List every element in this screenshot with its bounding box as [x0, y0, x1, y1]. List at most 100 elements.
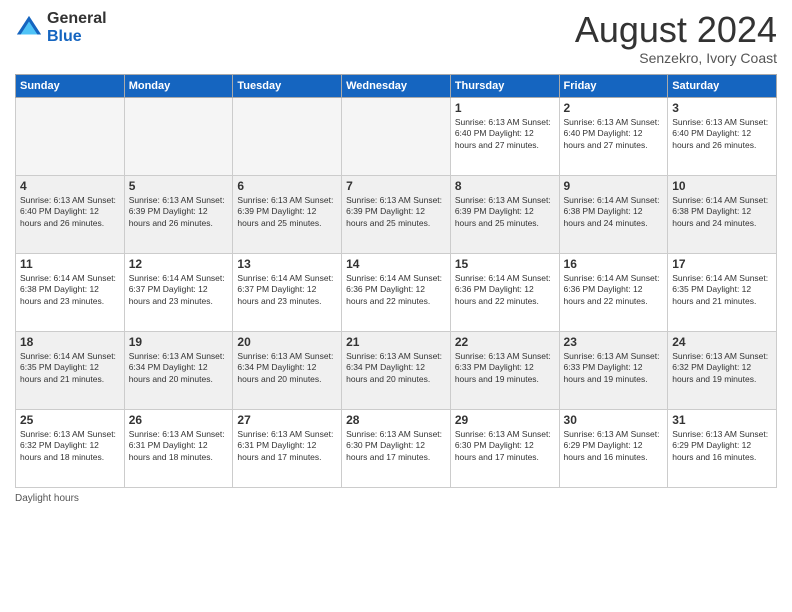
day-cell: 28 Sunrise: 6:13 AM Sunset: 6:30 PM Dayli… [342, 409, 451, 487]
day-cell: 1Sunrise: 6:13 AM Sunset: 6:40 PM Daylig… [450, 97, 559, 175]
day-number: 5 [129, 179, 229, 193]
day-info: Sunrise: 6:13 AM Sunset: 6:32 PM Dayligh… [20, 429, 120, 463]
day-info: Sunrise: 6:13 AM Sunset: 6:34 PM Dayligh… [237, 351, 337, 385]
day-number: 12 [129, 257, 229, 271]
day-cell: 11Sunrise: 6:14 AM Sunset: 6:38 PM Dayli… [16, 253, 125, 331]
col-header-friday: Friday [559, 74, 668, 97]
day-cell: 3Sunrise: 6:13 AM Sunset: 6:40 PM Daylig… [668, 97, 777, 175]
day-number: 25 [20, 413, 120, 427]
day-cell: 24Sunrise: 6:13 AM Sunset: 6:32 PM Dayli… [668, 331, 777, 409]
day-info: Sunrise: 6:14 AM Sunset: 6:38 PM Dayligh… [564, 195, 664, 229]
week-row-4: 18Sunrise: 6:14 AM Sunset: 6:35 PM Dayli… [16, 331, 777, 409]
day-number: 27 [237, 413, 337, 427]
day-cell: 2Sunrise: 6:13 AM Sunset: 6:40 PM Daylig… [559, 97, 668, 175]
day-cell: 29 Sunrise: 6:13 AM Sunset: 6:30 PM Dayli… [450, 409, 559, 487]
calendar-table: SundayMondayTuesdayWednesdayThursdayFrid… [15, 74, 777, 488]
day-info: Sunrise: 6:13 AM Sunset: 6:39 PM Dayligh… [237, 195, 337, 229]
col-header-saturday: Saturday [668, 74, 777, 97]
week-row-1: 1Sunrise: 6:13 AM Sunset: 6:40 PM Daylig… [16, 97, 777, 175]
day-info: Sunrise: 6:14 AM Sunset: 6:36 PM Dayligh… [346, 273, 446, 307]
day-number: 8 [455, 179, 555, 193]
day-cell [233, 97, 342, 175]
day-number: 23 [564, 335, 664, 349]
day-number: 4 [20, 179, 120, 193]
day-info: Sunrise: 6:13 AM Sunset: 6:34 PM Dayligh… [346, 351, 446, 385]
day-info: Sunrise: 6:13 AM Sunset: 6:39 PM Dayligh… [346, 195, 446, 229]
day-cell [342, 97, 451, 175]
day-cell: 30 Sunrise: 6:13 AM Sunset: 6:29 PM Dayli… [559, 409, 668, 487]
day-cell: 16 Sunrise: 6:14 AM Sunset: 6:36 PM Dayli… [559, 253, 668, 331]
day-info: Sunrise: 6:14 AM Sunset: 6:37 PM Dayligh… [129, 273, 229, 307]
day-cell: 5 Sunrise: 6:13 AM Sunset: 6:39 PM Daylig… [124, 175, 233, 253]
day-cell [124, 97, 233, 175]
day-number: 20 [237, 335, 337, 349]
day-info: Sunrise: 6:13 AM Sunset: 6:40 PM Dayligh… [455, 117, 555, 151]
day-number: 16 [564, 257, 664, 271]
col-header-monday: Monday [124, 74, 233, 97]
logo-general: General [47, 10, 107, 28]
day-cell: 10Sunrise: 6:14 AM Sunset: 6:38 PM Dayli… [668, 175, 777, 253]
day-number: 2 [564, 101, 664, 115]
day-number: 7 [346, 179, 446, 193]
day-info: Sunrise: 6:14 AM Sunset: 6:36 PM Dayligh… [564, 273, 664, 307]
day-number: 19 [129, 335, 229, 349]
day-cell: 17Sunrise: 6:14 AM Sunset: 6:35 PM Dayli… [668, 253, 777, 331]
day-number: 21 [346, 335, 446, 349]
month-title: August 2024 [575, 10, 777, 50]
day-cell: 31Sunrise: 6:13 AM Sunset: 6:29 PM Dayli… [668, 409, 777, 487]
day-cell: 4 Sunrise: 6:13 AM Sunset: 6:40 PM Daylig… [16, 175, 125, 253]
logo-blue: Blue [47, 28, 107, 46]
day-cell: 21 Sunrise: 6:13 AM Sunset: 6:34 PM Dayli… [342, 331, 451, 409]
logo-icon [15, 14, 43, 42]
day-info: Sunrise: 6:14 AM Sunset: 6:35 PM Dayligh… [20, 351, 120, 385]
day-info: Sunrise: 6:13 AM Sunset: 6:30 PM Dayligh… [455, 429, 555, 463]
subtitle: Senzekro, Ivory Coast [575, 50, 777, 66]
week-row-5: 25 Sunrise: 6:13 AM Sunset: 6:32 PM Dayli… [16, 409, 777, 487]
day-cell: 27 Sunrise: 6:13 AM Sunset: 6:31 PM Dayli… [233, 409, 342, 487]
day-info: Sunrise: 6:14 AM Sunset: 6:38 PM Dayligh… [20, 273, 120, 307]
day-cell: 20 Sunrise: 6:13 AM Sunset: 6:34 PM Dayli… [233, 331, 342, 409]
week-row-2: 4 Sunrise: 6:13 AM Sunset: 6:40 PM Daylig… [16, 175, 777, 253]
day-cell: 23Sunrise: 6:13 AM Sunset: 6:33 PM Dayli… [559, 331, 668, 409]
day-number: 13 [237, 257, 337, 271]
title-section: August 2024 Senzekro, Ivory Coast [575, 10, 777, 66]
day-number: 6 [237, 179, 337, 193]
day-info: Sunrise: 6:14 AM Sunset: 6:36 PM Dayligh… [455, 273, 555, 307]
day-number: 31 [672, 413, 772, 427]
day-info: Sunrise: 6:13 AM Sunset: 6:31 PM Dayligh… [237, 429, 337, 463]
day-info: Sunrise: 6:13 AM Sunset: 6:33 PM Dayligh… [455, 351, 555, 385]
day-info: Sunrise: 6:13 AM Sunset: 6:39 PM Dayligh… [455, 195, 555, 229]
col-header-sunday: Sunday [16, 74, 125, 97]
day-cell: 25 Sunrise: 6:13 AM Sunset: 6:32 PM Dayli… [16, 409, 125, 487]
day-info: Sunrise: 6:13 AM Sunset: 6:30 PM Dayligh… [346, 429, 446, 463]
day-cell: 7 Sunrise: 6:13 AM Sunset: 6:39 PM Daylig… [342, 175, 451, 253]
day-number: 28 [346, 413, 446, 427]
day-number: 9 [564, 179, 664, 193]
footer: Daylight hours [15, 493, 777, 504]
day-cell: 26Sunrise: 6:13 AM Sunset: 6:31 PM Dayli… [124, 409, 233, 487]
header-row: SundayMondayTuesdayWednesdayThursdayFrid… [16, 74, 777, 97]
day-cell: 15 Sunrise: 6:14 AM Sunset: 6:36 PM Dayli… [450, 253, 559, 331]
day-cell: 18Sunrise: 6:14 AM Sunset: 6:35 PM Dayli… [16, 331, 125, 409]
col-header-wednesday: Wednesday [342, 74, 451, 97]
page-container: General Blue August 2024 Senzekro, Ivory… [0, 0, 792, 514]
day-cell [16, 97, 125, 175]
day-info: Sunrise: 6:14 AM Sunset: 6:37 PM Dayligh… [237, 273, 337, 307]
day-number: 15 [455, 257, 555, 271]
day-info: Sunrise: 6:13 AM Sunset: 6:40 PM Dayligh… [20, 195, 120, 229]
day-info: Sunrise: 6:13 AM Sunset: 6:31 PM Dayligh… [129, 429, 229, 463]
day-info: Sunrise: 6:13 AM Sunset: 6:29 PM Dayligh… [564, 429, 664, 463]
day-info: Sunrise: 6:14 AM Sunset: 6:38 PM Dayligh… [672, 195, 772, 229]
day-info: Sunrise: 6:13 AM Sunset: 6:39 PM Dayligh… [129, 195, 229, 229]
day-number: 29 [455, 413, 555, 427]
day-info: Sunrise: 6:13 AM Sunset: 6:40 PM Dayligh… [672, 117, 772, 151]
logo: General Blue [15, 10, 107, 45]
col-header-thursday: Thursday [450, 74, 559, 97]
day-info: Sunrise: 6:13 AM Sunset: 6:32 PM Dayligh… [672, 351, 772, 385]
day-info: Sunrise: 6:14 AM Sunset: 6:35 PM Dayligh… [672, 273, 772, 307]
col-header-tuesday: Tuesday [233, 74, 342, 97]
day-number: 22 [455, 335, 555, 349]
logo-text: General Blue [47, 10, 107, 45]
day-info: Sunrise: 6:13 AM Sunset: 6:34 PM Dayligh… [129, 351, 229, 385]
day-number: 30 [564, 413, 664, 427]
